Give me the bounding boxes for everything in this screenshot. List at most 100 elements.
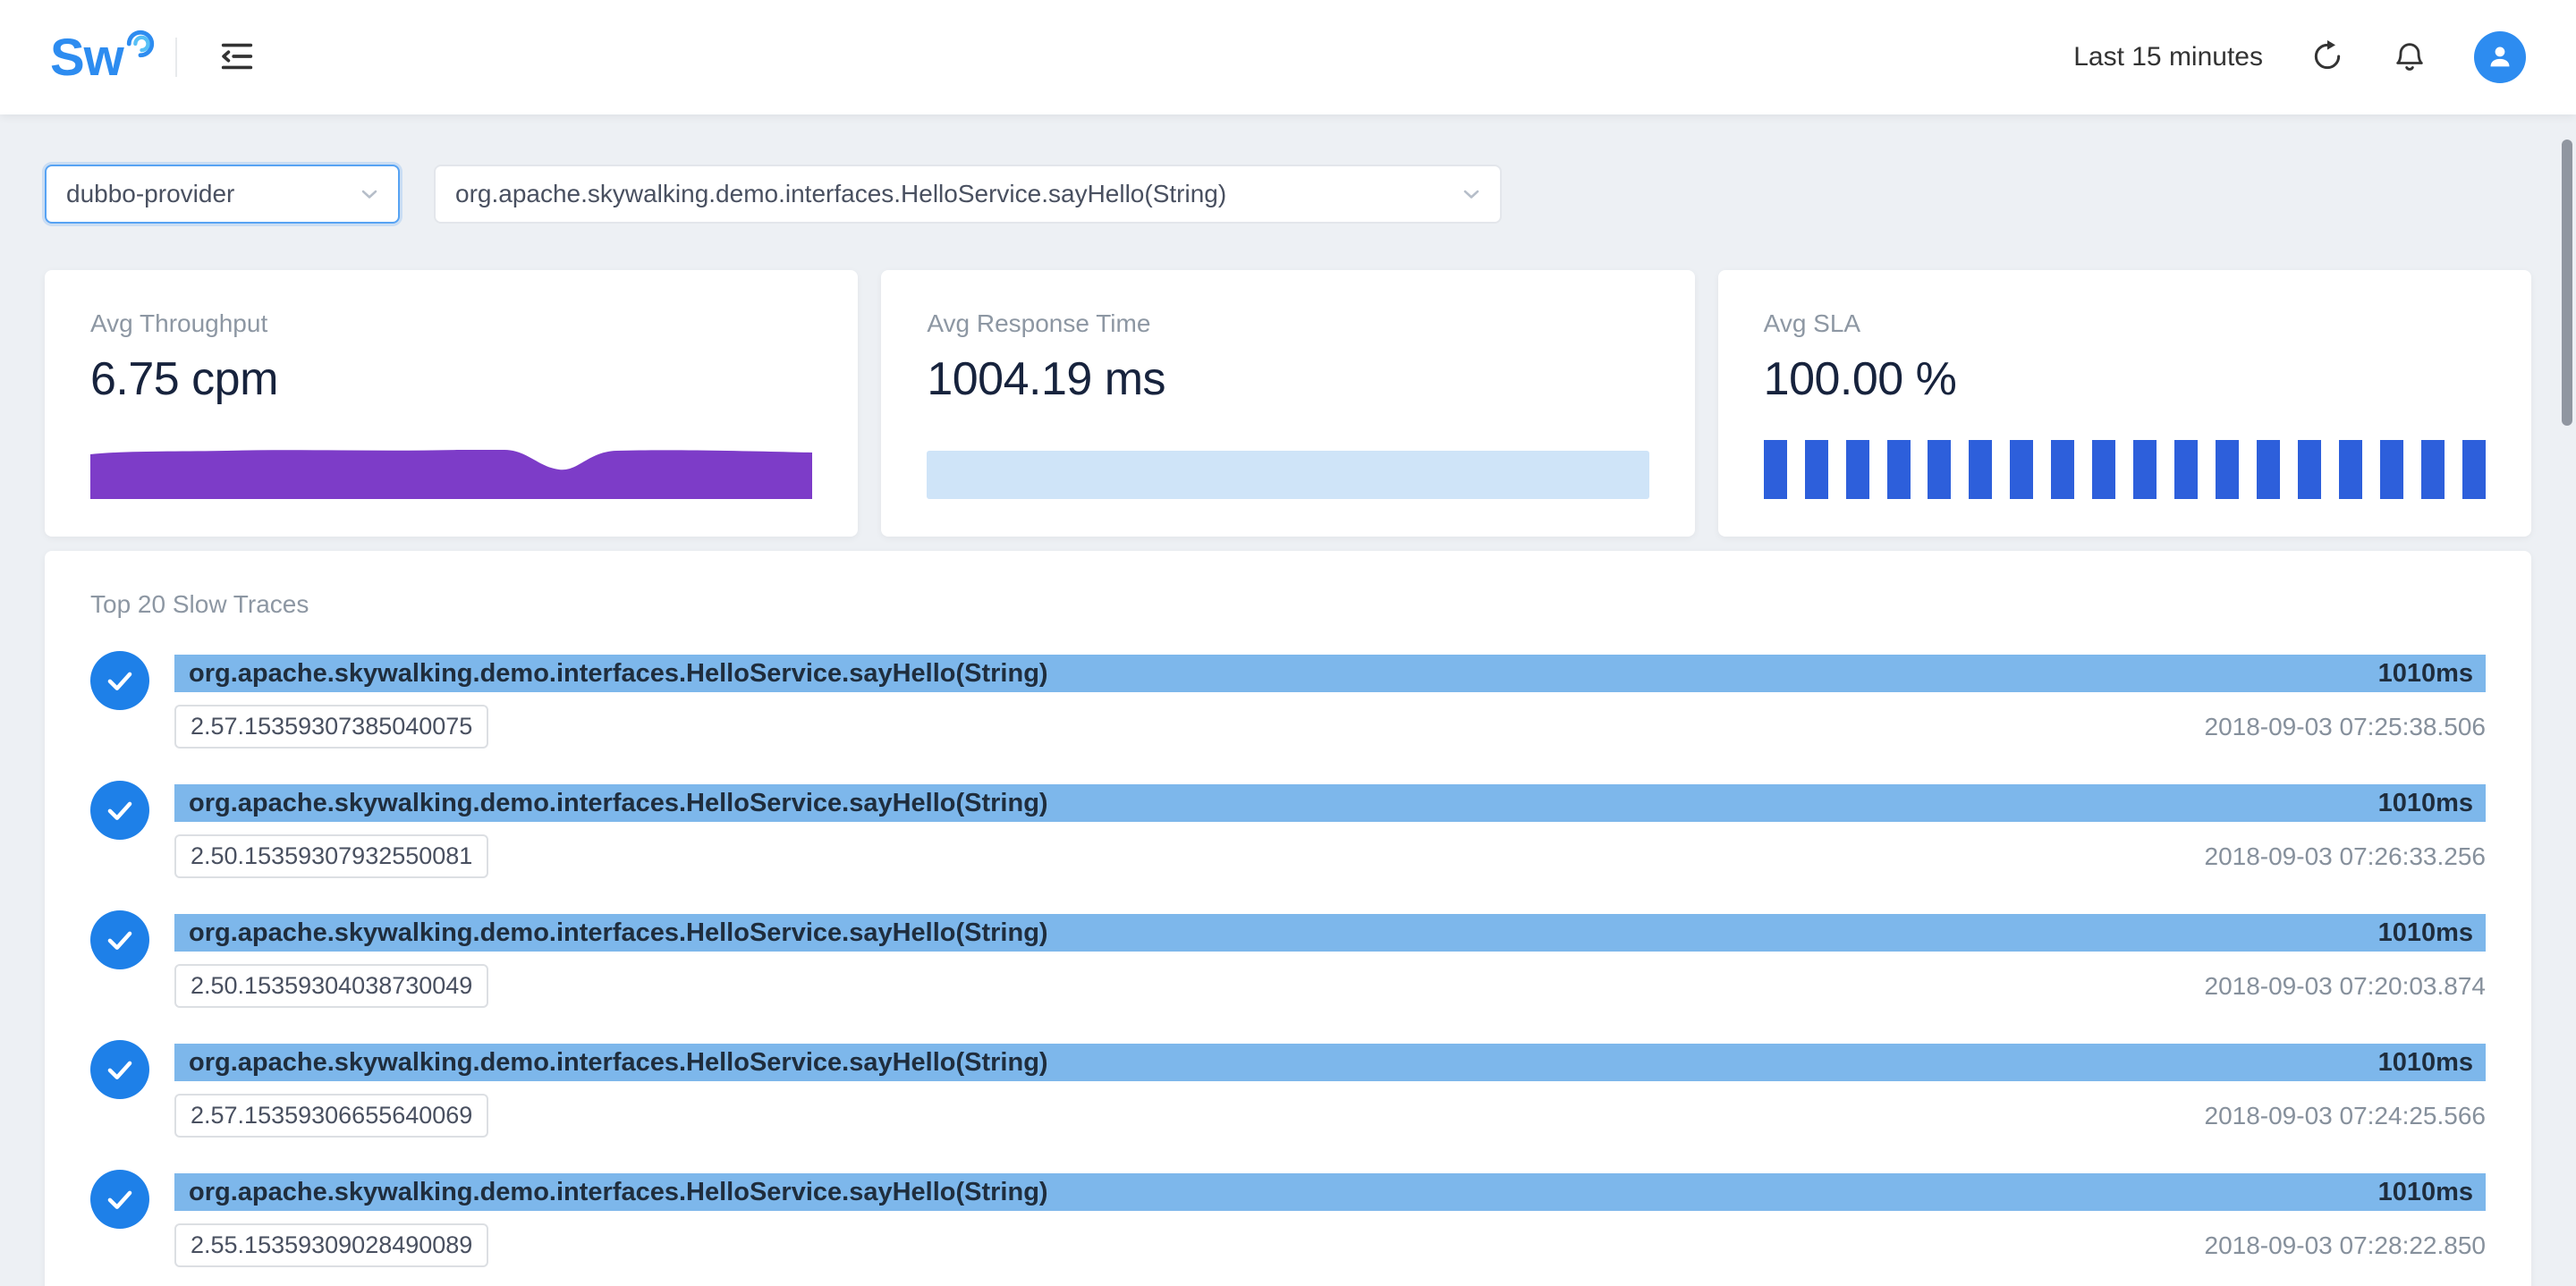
trace-meta: 2.55.15359309028490089 2018-09-03 07:28:… xyxy=(174,1223,2486,1267)
sla-chart xyxy=(1764,440,2486,499)
logo-swirl-icon xyxy=(125,29,156,63)
trace-duration: 1010ms xyxy=(2378,789,2473,818)
logo-text: Sw xyxy=(50,28,123,88)
trace-id-chip: 2.55.15359309028490089 xyxy=(174,1223,488,1267)
scrollbar[interactable] xyxy=(2562,140,2572,426)
sla-bar xyxy=(2133,440,2157,499)
trace-meta: 2.57.15359307385040075 2018-09-03 07:25:… xyxy=(174,705,2486,749)
sla-bar xyxy=(2380,440,2403,499)
trace-duration: 1010ms xyxy=(2378,918,2473,948)
trace-row[interactable]: org.apache.skywalking.demo.interfaces.He… xyxy=(90,914,2486,1008)
time-range-selector[interactable]: Last 15 minutes xyxy=(2073,42,2263,72)
metric-card-sla: Avg SLA 100.00 % xyxy=(1718,270,2531,537)
sla-bar xyxy=(1928,440,1951,499)
check-circle-icon xyxy=(90,910,149,969)
trace-bar[interactable]: org.apache.skywalking.demo.interfaces.He… xyxy=(174,914,2486,952)
sla-bar xyxy=(2174,440,2198,499)
trace-bar[interactable]: org.apache.skywalking.demo.interfaces.He… xyxy=(174,784,2486,822)
metric-value: 1004.19 ms xyxy=(927,352,1648,406)
service-select-value: dubbo-provider xyxy=(66,180,234,208)
trace-bar[interactable]: org.apache.skywalking.demo.interfaces.He… xyxy=(174,1173,2486,1211)
sla-bar xyxy=(1764,440,1787,499)
notifications-button[interactable] xyxy=(2392,38,2428,77)
sla-bar xyxy=(2092,440,2115,499)
topbar-actions: Last 15 minutes xyxy=(2073,31,2526,83)
trace-row[interactable]: org.apache.skywalking.demo.interfaces.He… xyxy=(90,1173,2486,1267)
sla-bar xyxy=(2339,440,2362,499)
metric-value: 6.75 cpm xyxy=(90,352,812,406)
sla-bar xyxy=(2257,440,2280,499)
metric-card-throughput: Avg Throughput 6.75 cpm xyxy=(45,270,858,537)
chevron-down-icon xyxy=(357,182,382,207)
trace-id-chip: 2.57.15359306655640069 xyxy=(174,1094,488,1138)
trace-row[interactable]: org.apache.skywalking.demo.interfaces.He… xyxy=(90,1044,2486,1138)
sla-bar xyxy=(2051,440,2074,499)
trace-endpoint: org.apache.skywalking.demo.interfaces.He… xyxy=(189,659,1048,689)
trace-meta: 2.50.15359304038730049 2018-09-03 07:20:… xyxy=(174,964,2486,1008)
sla-bar xyxy=(1846,440,1869,499)
check-circle-icon xyxy=(90,781,149,840)
sla-bar xyxy=(2216,440,2239,499)
menu-fold-icon xyxy=(216,36,258,80)
selector-row: dubbo-provider org.apache.skywalking.dem… xyxy=(45,165,2531,224)
chevron-down-icon xyxy=(1459,182,1484,207)
trace-timestamp: 2018-09-03 07:25:38.506 xyxy=(2205,713,2487,741)
trace-timestamp: 2018-09-03 07:28:22.850 xyxy=(2205,1231,2487,1260)
trace-id-chip: 2.57.15359307385040075 xyxy=(174,705,488,749)
sla-bar xyxy=(2421,440,2445,499)
trace-bar[interactable]: org.apache.skywalking.demo.interfaces.He… xyxy=(174,1044,2486,1081)
trace-row[interactable]: org.apache.skywalking.demo.interfaces.He… xyxy=(90,784,2486,878)
metric-card-response-time: Avg Response Time 1004.19 ms xyxy=(881,270,1694,537)
service-select[interactable]: dubbo-provider xyxy=(45,165,400,224)
user-icon xyxy=(2485,41,2515,74)
trace-endpoint: org.apache.skywalking.demo.interfaces.He… xyxy=(189,918,1048,948)
check-circle-icon xyxy=(90,651,149,710)
trace-main: org.apache.skywalking.demo.interfaces.He… xyxy=(174,1044,2486,1138)
menu-fold-button[interactable] xyxy=(216,36,258,80)
trace-timestamp: 2018-09-03 07:20:03.874 xyxy=(2205,972,2487,1001)
skywalking-logo[interactable]: Sw xyxy=(50,28,156,88)
response-time-sparkline xyxy=(927,440,1648,499)
metric-label: Avg SLA xyxy=(1764,309,2486,338)
trace-main: org.apache.skywalking.demo.interfaces.He… xyxy=(174,784,2486,878)
trace-main: org.apache.skywalking.demo.interfaces.He… xyxy=(174,655,2486,749)
metric-label: Avg Response Time xyxy=(927,309,1648,338)
logo-divider xyxy=(175,38,177,77)
trace-bar[interactable]: org.apache.skywalking.demo.interfaces.He… xyxy=(174,655,2486,692)
trace-timestamp: 2018-09-03 07:24:25.566 xyxy=(2205,1102,2487,1130)
trace-duration: 1010ms xyxy=(2378,1178,2473,1207)
trace-meta: 2.50.15359307932550081 2018-09-03 07:26:… xyxy=(174,834,2486,878)
throughput-sparkline xyxy=(90,440,812,499)
bell-icon xyxy=(2392,38,2428,77)
sla-bar xyxy=(1887,440,1911,499)
check-circle-icon xyxy=(90,1170,149,1229)
metric-value: 100.00 % xyxy=(1764,352,2486,406)
sla-bar xyxy=(1969,440,1992,499)
slow-traces-panel: Top 20 Slow Traces org.apache.skywalking… xyxy=(45,551,2531,1286)
trace-main: org.apache.skywalking.demo.interfaces.He… xyxy=(174,914,2486,1008)
refresh-icon xyxy=(2309,38,2345,77)
metric-label: Avg Throughput xyxy=(90,309,812,338)
trace-id-chip: 2.50.15359307932550081 xyxy=(174,834,488,878)
check-circle-icon xyxy=(90,1040,149,1099)
sla-bar xyxy=(2298,440,2321,499)
refresh-button[interactable] xyxy=(2309,38,2345,77)
panel-title: Top 20 Slow Traces xyxy=(90,590,2486,619)
endpoint-select[interactable]: org.apache.skywalking.demo.interfaces.He… xyxy=(434,165,1502,224)
trace-endpoint: org.apache.skywalking.demo.interfaces.He… xyxy=(189,1178,1048,1207)
sla-bar xyxy=(1805,440,1828,499)
trace-id-chip: 2.50.15359304038730049 xyxy=(174,964,488,1008)
topbar: Sw Last 15 minutes xyxy=(0,0,2576,114)
trace-timestamp: 2018-09-03 07:26:33.256 xyxy=(2205,842,2487,871)
trace-row[interactable]: org.apache.skywalking.demo.interfaces.He… xyxy=(90,655,2486,749)
trace-duration: 1010ms xyxy=(2378,659,2473,689)
sla-bar xyxy=(2462,440,2486,499)
trace-duration: 1010ms xyxy=(2378,1048,2473,1078)
user-avatar[interactable] xyxy=(2474,31,2526,83)
trace-endpoint: org.apache.skywalking.demo.interfaces.He… xyxy=(189,789,1048,818)
trace-endpoint: org.apache.skywalking.demo.interfaces.He… xyxy=(189,1048,1048,1078)
sla-sparkline xyxy=(1764,440,2486,499)
metric-cards: Avg Throughput 6.75 cpm Avg Response Tim… xyxy=(45,270,2531,537)
trace-main: org.apache.skywalking.demo.interfaces.He… xyxy=(174,1173,2486,1267)
endpoint-select-value: org.apache.skywalking.demo.interfaces.He… xyxy=(455,180,1226,208)
